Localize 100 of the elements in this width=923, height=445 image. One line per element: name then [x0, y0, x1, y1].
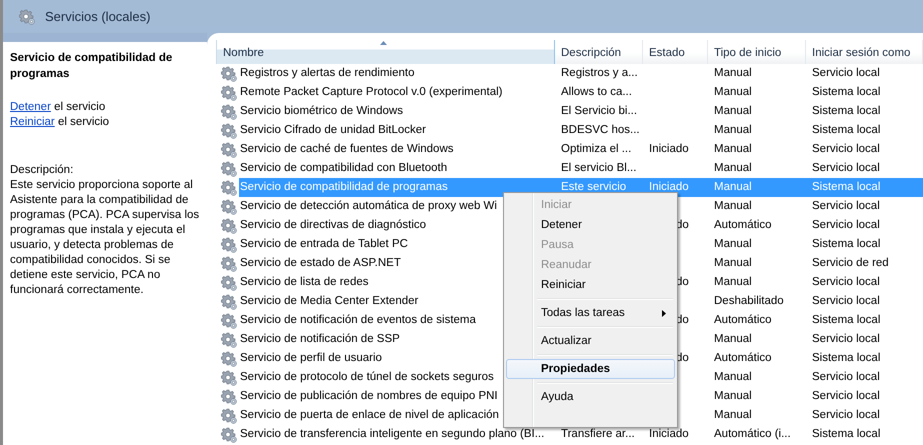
table-cell: Optimiza el ...	[561, 143, 632, 155]
table-cell: Registros y a...	[561, 67, 638, 79]
action-text: Detener el servicio	[10, 100, 106, 115]
table-cell: Manual	[714, 200, 752, 212]
gears-icon	[221, 332, 237, 348]
gears-icon	[221, 256, 237, 272]
column-header[interactable]: Descripción	[555, 40, 643, 64]
table-cell: Manual	[714, 409, 752, 421]
table-cell: Servicio local	[812, 143, 880, 155]
table-cell: Iniciado	[649, 181, 689, 193]
table-cell: Servicio local	[812, 295, 880, 307]
sort-arrow-icon	[380, 41, 387, 45]
gears-icon	[221, 66, 237, 82]
table-cell: Manual	[714, 238, 752, 250]
menu-item[interactable]: Propiedades	[506, 359, 675, 379]
window-title: Servicios (locales)	[45, 9, 150, 24]
table-cell: Sistema local	[812, 86, 880, 98]
gears-icon	[221, 218, 237, 234]
table-cell: Iniciado	[649, 143, 689, 155]
table-cell: Manual	[714, 257, 752, 269]
table-cell: Servicio local	[812, 371, 880, 383]
table-cell: Sistema local	[812, 352, 880, 364]
table-cell: Servicio de red	[812, 257, 889, 269]
gears-icon	[221, 274, 237, 290]
table-cell: Automático (i...	[714, 428, 791, 440]
table-cell: Servicio local	[812, 219, 880, 231]
gears-icon	[221, 142, 237, 158]
table-cell: Manual	[714, 333, 752, 345]
gears-icon	[221, 160, 237, 176]
table-cell: Manual	[714, 124, 752, 136]
table-cell: Sistema local	[812, 428, 880, 440]
service-name[interactable]: Servicio de transferencia inteligente en segundo plano (BI...	[239, 425, 555, 444]
table-cell: Sistema local	[812, 181, 880, 193]
column-header[interactable]: Tipo de inicio	[708, 40, 806, 64]
menu-item[interactable]: Actualizar	[506, 331, 675, 351]
table-cell: Manual	[714, 67, 752, 79]
table-cell: El Servicio bi...	[561, 105, 638, 117]
table-cell: Manual	[714, 162, 752, 174]
gears-icon	[221, 122, 237, 138]
table-cell: Manual	[714, 143, 752, 155]
table-cell: Manual	[714, 105, 752, 117]
service-name[interactable]: Servicio biométrico de Windows	[239, 102, 555, 121]
service-title: Servicio de compatibilidad de programas	[10, 51, 174, 82]
table-cell: Iniciado	[649, 428, 689, 440]
table-cell: Allows to ca...	[561, 86, 632, 98]
menu-item[interactable]: Reiniciar	[506, 275, 675, 295]
description-text: Este servicio proporciona soporte al Asistente para la compatibilidad de programas (PCA). PCA supervisa los programas que instala y ejecuta el usuario, y detecta problemas de compatibilidad conocidos. Si se detiene este servicio, PCA no funcionará correctamente.	[10, 178, 200, 298]
table-cell: Servicio local	[812, 200, 880, 212]
table-cell: Transfiere ar...	[561, 428, 635, 440]
service-name[interactable]: Remote Packet Capture Protocol v.0 (experimental)	[239, 83, 555, 102]
table-cell: Sistema local	[812, 124, 880, 136]
column-header[interactable]: Estado	[643, 40, 708, 64]
menu-item[interactable]: Ayuda	[506, 387, 675, 407]
table-cell: Sistema local	[812, 238, 880, 250]
action-link[interactable]: Reiniciar	[10, 116, 55, 128]
submenu-arrow-icon	[662, 310, 666, 316]
table-cell: Servicio local	[812, 390, 880, 402]
table-cell: Servicio local	[812, 276, 880, 288]
table-cell: Manual	[714, 276, 752, 288]
table-cell: Servicio local	[812, 162, 880, 174]
table-cell: Automático	[714, 352, 772, 364]
table-cell: BDESVC hos...	[561, 124, 640, 136]
gears-icon	[221, 84, 237, 100]
gears-icon	[221, 370, 237, 386]
table-cell: El servicio Bl...	[561, 162, 636, 174]
table-cell: Manual	[714, 86, 752, 98]
service-name[interactable]: Servicio de caché de fuentes de Windows	[239, 140, 555, 159]
table-cell: Sistema local	[812, 105, 880, 117]
service-name[interactable]: Servicio Cifrado de unidad BitLocker	[239, 121, 555, 140]
gears-icon	[221, 312, 237, 328]
table-cell: Automático	[714, 219, 772, 231]
gears-icon	[221, 104, 237, 120]
menu-item[interactable]: Detener	[506, 215, 675, 235]
table-cell: Servicio local	[812, 333, 880, 345]
action-link[interactable]: Detener	[10, 101, 51, 113]
column-header[interactable]: Iniciar sesión como	[806, 40, 923, 64]
table-cell: Manual	[714, 371, 752, 383]
gears-icon	[221, 350, 237, 366]
service-name[interactable]: Registros y alertas de rendimiento	[239, 64, 555, 83]
description-label: Descripción:	[10, 163, 74, 178]
gears-icon	[221, 198, 237, 214]
gears-icon	[19, 8, 35, 24]
table-cell: Servicio local	[812, 67, 880, 79]
table-cell: Sistema local	[812, 314, 880, 326]
menu-item[interactable]: Todas las tareas	[506, 303, 675, 323]
table-cell: Este servicio	[561, 181, 626, 193]
service-name[interactable]: Servicio de compatibilidad con Bluetooth	[239, 159, 555, 178]
gears-icon	[221, 180, 237, 196]
table-cell: Servicio local	[812, 409, 880, 421]
table-cell: Automático	[714, 314, 772, 326]
table-cell: Deshabilitado	[714, 295, 784, 307]
gears-icon	[221, 426, 237, 442]
gears-icon	[221, 236, 237, 252]
action-text: Reiniciar el servicio	[10, 115, 110, 130]
table-cell: Manual	[714, 390, 752, 402]
table-cell: Manual	[714, 181, 752, 193]
gears-icon	[221, 408, 237, 424]
column-header[interactable]: Nombre	[216, 40, 555, 64]
gears-icon	[221, 294, 237, 310]
gears-icon	[221, 388, 237, 404]
